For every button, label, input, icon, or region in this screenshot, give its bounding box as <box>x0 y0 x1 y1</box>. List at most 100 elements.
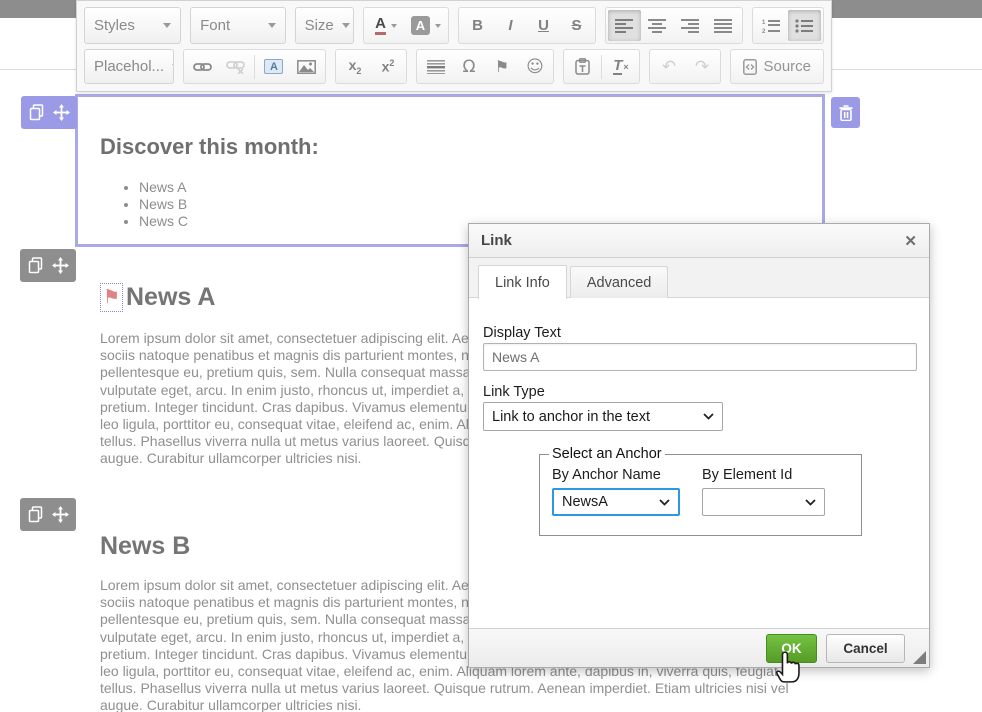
section-title[interactable]: News A <box>126 283 215 312</box>
smiley-icon: ☺ <box>526 57 544 77</box>
background-color-icon: A <box>411 16 430 35</box>
chevron-down-icon <box>268 23 276 28</box>
chevron-down-icon <box>342 23 350 28</box>
bold-button[interactable]: B <box>461 10 494 41</box>
subscript-icon: x2 <box>349 57 362 76</box>
remove-format-button[interactable]: T× <box>604 51 637 82</box>
source-icon <box>743 59 757 75</box>
chevron-down-icon <box>659 499 670 506</box>
dialog-title-bar[interactable]: Link ✕ <box>469 224 929 258</box>
align-right-button[interactable] <box>674 10 707 41</box>
anchor-button[interactable]: ⚑ <box>485 51 518 82</box>
widget-2-drag-toolbar <box>20 249 76 282</box>
anchor-name-select[interactable]: NewsA <box>552 488 680 516</box>
align-center-button[interactable] <box>641 10 674 41</box>
toolbar-row-2: Placehol... A x2 x2 <box>84 49 824 84</box>
source-button[interactable]: Source <box>733 51 821 82</box>
svg-text:1: 1 <box>762 20 766 26</box>
anchor-name-field: By Anchor Name NewsA <box>552 467 680 516</box>
font-combo-label: Font <box>200 17 230 34</box>
strikethrough-button[interactable]: S <box>560 10 593 41</box>
justify-button[interactable] <box>707 10 740 41</box>
basicstyles-group: B I U S <box>458 7 596 44</box>
smiley-button[interactable]: ☺ <box>518 51 551 82</box>
underline-icon: U <box>538 17 549 34</box>
move-icon[interactable] <box>52 257 69 274</box>
source-group: Source <box>730 49 824 84</box>
move-icon[interactable] <box>52 506 69 523</box>
superscript-icon: x2 <box>382 58 395 75</box>
dialog-tab-strip: Link Info Advanced <box>469 258 929 298</box>
delete-widget-button[interactable] <box>831 97 860 128</box>
clipboard-group: T× <box>563 49 640 84</box>
insert-group: Ω ⚑ ☺ <box>416 49 554 84</box>
chevron-down-icon <box>391 24 397 28</box>
resize-grip[interactable] <box>913 651 926 664</box>
placeholder-combo[interactable]: Placehol... <box>84 49 174 84</box>
cursor-pointer <box>775 650 801 684</box>
move-icon[interactable] <box>53 104 70 121</box>
anchor-name-label: By Anchor Name <box>552 467 680 483</box>
close-icon[interactable]: ✕ <box>904 232 917 250</box>
toolbar-row-1: Styles Font Size A A B I U S <box>84 7 824 44</box>
horizontal-rule-button[interactable] <box>419 51 452 82</box>
toolbar-separator <box>601 55 602 79</box>
link-button[interactable] <box>186 51 219 82</box>
element-id-select[interactable] <box>702 488 825 516</box>
chevron-down-icon <box>703 413 714 420</box>
tab-advanced[interactable]: Advanced <box>570 266 669 298</box>
numbered-list-icon: 12 <box>762 19 780 33</box>
background-color-button[interactable]: A <box>406 10 446 41</box>
copy-icon[interactable] <box>28 506 43 523</box>
display-text-input[interactable] <box>483 343 917 371</box>
subsup-group: x2 x2 <box>335 49 407 84</box>
paste-text-icon <box>575 58 590 75</box>
size-combo[interactable]: Size <box>295 7 354 44</box>
undo-icon: ↶ <box>662 57 676 77</box>
element-id-label: By Element Id <box>702 467 825 483</box>
anchor-placeholder-button[interactable]: A <box>257 51 290 82</box>
text-color-button[interactable]: A <box>366 10 406 41</box>
undo-button[interactable]: ↶ <box>652 51 685 82</box>
align-center-icon <box>648 19 666 33</box>
chevron-down-icon <box>172 64 174 69</box>
italic-button[interactable]: I <box>494 10 527 41</box>
image-button[interactable] <box>290 51 323 82</box>
numbered-list-button[interactable]: 12 <box>755 10 788 41</box>
cancel-button[interactable]: Cancel <box>826 634 905 663</box>
align-right-icon <box>681 19 699 33</box>
svg-text:2: 2 <box>762 29 766 33</box>
trash-icon <box>839 105 853 121</box>
text-color-icon: A <box>375 16 386 35</box>
link-group: A <box>183 49 326 84</box>
select-anchor-fieldset: Select an Anchor By Anchor Name NewsA By… <box>539 446 862 536</box>
strikethrough-icon: S <box>571 17 581 34</box>
section-news-a-heading[interactable]: ⚑ News A <box>100 283 215 312</box>
bulleted-list-button[interactable] <box>788 10 821 41</box>
section-title[interactable]: News B <box>100 532 190 561</box>
anchor-marker[interactable]: ⚑ <box>100 283 123 312</box>
underline-button[interactable]: U <box>527 10 560 41</box>
superscript-button[interactable]: x2 <box>371 51 404 82</box>
redo-button[interactable]: ↷ <box>685 51 718 82</box>
boxed-a-icon: A <box>264 59 283 74</box>
unlink-button[interactable] <box>219 51 252 82</box>
flag-anchor-icon: ⚑ <box>495 57 509 76</box>
tab-link-info[interactable]: Link Info <box>478 265 567 299</box>
section-news-b-heading[interactable]: News B <box>100 532 190 561</box>
copy-icon[interactable] <box>28 257 43 274</box>
align-left-icon <box>615 19 633 33</box>
omega-icon: Ω <box>462 57 475 77</box>
element-id-field: By Element Id <box>702 467 825 516</box>
font-combo[interactable]: Font <box>190 7 285 44</box>
link-type-select[interactable]: Link to anchor in the text <box>483 402 723 431</box>
subscript-button[interactable]: x2 <box>338 51 371 82</box>
link-icon <box>193 61 212 73</box>
copy-icon[interactable] <box>29 104 44 121</box>
align-left-button[interactable] <box>608 10 641 41</box>
paste-text-button[interactable] <box>566 51 599 82</box>
styles-combo[interactable]: Styles <box>84 7 181 44</box>
chevron-down-icon <box>805 499 816 506</box>
image-icon <box>297 60 316 74</box>
special-character-button[interactable]: Ω <box>452 51 485 82</box>
